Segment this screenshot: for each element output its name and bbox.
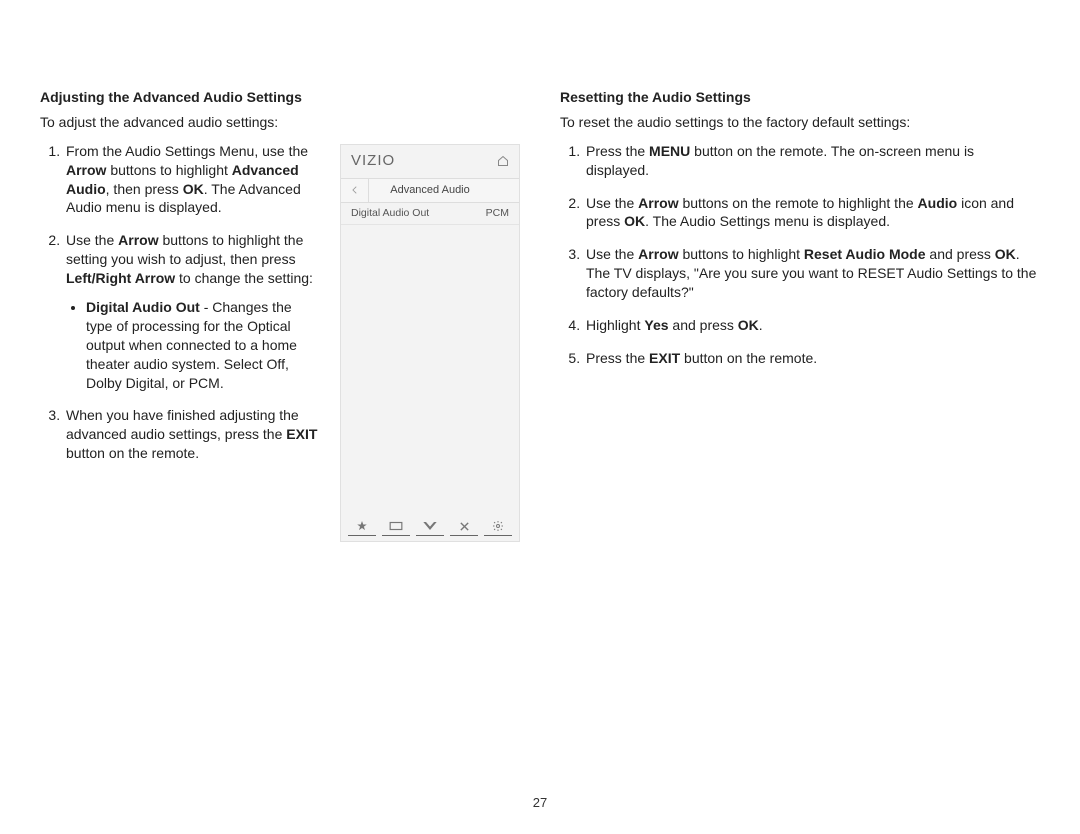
bold: Arrow: [638, 246, 678, 262]
tv-menu-screenshot: VIZIO Advanced Audio Digital Audio Out P…: [340, 144, 520, 542]
right-intro: To reset the audio settings to the facto…: [560, 113, 1040, 132]
right-step-4: Highlight Yes and press OK.: [584, 316, 1040, 335]
tv-menu-row: Digital Audio Out PCM: [341, 203, 519, 225]
text: button on the remote.: [66, 445, 199, 461]
back-arrow-icon: [341, 179, 369, 202]
text: and press: [669, 317, 738, 333]
text: button on the remote.: [680, 350, 817, 366]
text: Press the: [586, 143, 649, 159]
rectangle-icon: [382, 519, 410, 536]
text: Use the: [586, 195, 638, 211]
v-icon: [416, 519, 444, 536]
manual-page: Adjusting the Advanced Audio Settings To…: [0, 0, 1080, 542]
text: buttons to highlight: [679, 246, 804, 262]
bold: MENU: [649, 143, 690, 159]
bold: OK: [995, 246, 1016, 262]
left-step-2: Use the Arrow buttons to highlight the s…: [64, 231, 320, 392]
tv-titlebar: Advanced Audio: [341, 179, 519, 203]
tv-row-value: PCM: [486, 206, 509, 220]
bold: EXIT: [649, 350, 680, 366]
text: Use the: [66, 232, 118, 248]
tv-row-label: Digital Audio Out: [351, 206, 429, 220]
home-icon: [497, 155, 509, 167]
text: buttons to highlight: [106, 162, 231, 178]
text: From the Audio Settings Menu, use the: [66, 143, 308, 159]
left-ordered-list: From the Audio Settings Menu, use the Ar…: [40, 142, 320, 463]
left-bullet-list: Digital Audio Out - Changes the type of …: [66, 298, 320, 392]
bold: Digital Audio Out: [86, 299, 200, 315]
bold: Arrow: [638, 195, 678, 211]
bold: OK: [183, 181, 204, 197]
right-step-5: Press the EXIT button on the remote.: [584, 349, 1040, 368]
right-step-1: Press the MENU button on the remote. The…: [584, 142, 1040, 180]
tv-menu-title: Advanced Audio: [369, 183, 491, 198]
right-column: Resetting the Audio Settings To reset th…: [560, 88, 1040, 542]
left-steps: From the Audio Settings Menu, use the Ar…: [40, 142, 320, 477]
left-column: Adjusting the Advanced Audio Settings To…: [40, 88, 520, 542]
x-icon: [450, 519, 478, 536]
bold: OK: [738, 317, 759, 333]
right-step-3: Use the Arrow buttons to highlight Reset…: [584, 245, 1040, 302]
star-icon: [348, 519, 376, 536]
text: Use the: [586, 246, 638, 262]
tv-footer-icons: [341, 515, 519, 541]
page-number: 27: [0, 795, 1080, 810]
bold: Reset Audio Mode: [804, 246, 926, 262]
text: buttons on the remote to highlight the: [679, 195, 918, 211]
text: When you have finished adjusting the adv…: [66, 407, 299, 442]
text: Press the: [586, 350, 649, 366]
text: to change the setting:: [175, 270, 313, 286]
bold: Audio: [918, 195, 958, 211]
text: . The Audio Settings menu is displayed.: [645, 213, 890, 229]
bold: OK: [624, 213, 645, 229]
right-ordered-list: Press the MENU button on the remote. The…: [560, 142, 1040, 368]
left-heading: Adjusting the Advanced Audio Settings: [40, 88, 520, 107]
text: .: [759, 317, 763, 333]
left-content-wrap: From the Audio Settings Menu, use the Ar…: [40, 142, 520, 542]
bold: Left/Right Arrow: [66, 270, 175, 286]
left-step-3: When you have finished adjusting the adv…: [64, 406, 320, 463]
left-intro: To adjust the advanced audio settings:: [40, 113, 520, 132]
right-step-2: Use the Arrow buttons on the remote to h…: [584, 194, 1040, 232]
bold: Arrow: [118, 232, 158, 248]
right-heading: Resetting the Audio Settings: [560, 88, 1040, 107]
bold: Yes: [644, 317, 668, 333]
text: , then press: [106, 181, 183, 197]
left-step-1: From the Audio Settings Menu, use the Ar…: [64, 142, 320, 218]
bold: Arrow: [66, 162, 106, 178]
text: Highlight: [586, 317, 644, 333]
text: and press: [926, 246, 995, 262]
vizio-logo: VIZIO: [351, 151, 395, 171]
bold: EXIT: [286, 426, 317, 442]
gear-icon: [484, 519, 512, 536]
tv-header: VIZIO: [341, 145, 519, 179]
left-bullet-1: Digital Audio Out - Changes the type of …: [86, 298, 320, 392]
